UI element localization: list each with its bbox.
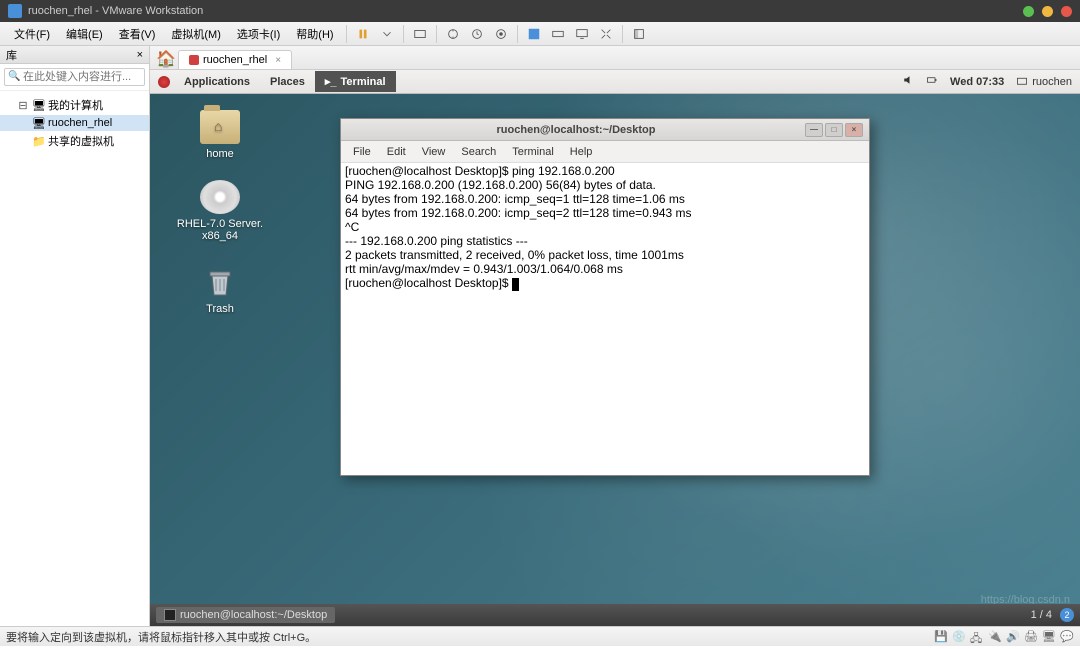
gnome-clock[interactable]: Wed 07:33 [950,76,1004,88]
library-tree: ⊟ 🖥 我的计算机 🖥 ruochen_rhel 📁 共享的虚拟机 [0,91,149,155]
gnome-taskbar: ruochen@localhost:~/Desktop 1 / 4 2 [150,604,1080,626]
workspace-badge[interactable]: 2 [1060,608,1074,622]
gnome-applications-menu[interactable]: Applications [174,76,260,88]
library-sidebar: 库 × 🔍 ⊟ 🖥 我的计算机 🖥 ruochen_rhel 📁 共享的虚拟机 [0,46,150,626]
battery-icon[interactable] [926,74,938,89]
terminal-taskbar-icon [164,609,176,621]
vm-tab-label: ruochen_rhel [203,54,267,66]
term-menu-file[interactable]: File [345,146,379,158]
shared-icon: 📁 [32,135,44,147]
term-menu-edit[interactable]: Edit [379,146,414,158]
icon-label: RHEL-7.0 Server. x86_64 [170,218,270,242]
window-maximize-dot[interactable] [1042,6,1053,17]
vm-tab-ruochen-rhel[interactable]: ruochen_rhel × [178,50,292,69]
term-menu-help[interactable]: Help [562,146,601,158]
folder-icon [200,110,240,144]
sidebar-search: 🔍 [0,64,149,91]
console-button[interactable] [573,25,591,43]
menu-vm[interactable]: 虚拟机(M) [163,26,229,42]
home-tab-icon[interactable]: 🏠 [156,49,172,65]
vm-icon: 🖥 [32,117,44,129]
computer-icon: 🖥 [32,99,44,111]
snapshot-button[interactable] [444,25,462,43]
terminal-window[interactable]: ruochen@localhost:~/Desktop — □ × File E… [340,118,870,476]
desktop-icon-trash[interactable]: Trash [180,265,260,315]
tree-item-my-computer[interactable]: ⊟ 🖥 我的计算机 [0,95,149,115]
taskbar-item-terminal[interactable]: ruochen@localhost:~/Desktop [156,607,335,623]
search-icon: 🔍 [8,71,20,82]
desktop-icon-home[interactable]: home [180,110,260,160]
device-cd-icon[interactable]: 💿 [952,630,966,644]
menu-tabs[interactable]: 选项卡(I) [229,26,288,42]
tree-label: ruochen_rhel [48,117,112,129]
terminal-menubar: File Edit View Search Terminal Help [341,141,869,163]
gnome-topbar: Applications Places ▸_Terminal Wed 07:33… [150,70,1080,94]
disc-icon [200,180,240,214]
terminal-maximize-button[interactable]: □ [825,123,843,137]
expander-icon[interactable]: ⊟ [18,99,28,112]
sidebar-header: 库 × [0,46,149,64]
menu-help[interactable]: 帮助(H) [288,26,341,42]
user-menu[interactable]: ruochen [1016,76,1072,88]
fullscreen-button[interactable] [525,25,543,43]
terminal-titlebar[interactable]: ruochen@localhost:~/Desktop — □ × [341,119,869,141]
window-minimize-dot[interactable] [1023,6,1034,17]
term-menu-terminal[interactable]: Terminal [504,146,562,158]
pause-button[interactable] [354,25,372,43]
tree-item-ruochen-rhel[interactable]: 🖥 ruochen_rhel [0,115,149,131]
dropdown-button[interactable] [378,25,396,43]
term-menu-search[interactable]: Search [453,146,504,158]
snapshot-manager-button[interactable] [492,25,510,43]
term-menu-view[interactable]: View [414,146,454,158]
library-button[interactable] [630,25,648,43]
send-cad-button[interactable] [411,25,429,43]
vm-tab-icon [189,55,199,65]
device-printer-icon[interactable]: 🖨 [1024,630,1038,644]
workspace-indicator[interactable]: 1 / 4 [1031,609,1052,621]
vm-tabs: 🏠 ruochen_rhel × [150,46,1080,70]
window-close-dot[interactable] [1061,6,1072,17]
sidebar-title: 库 [6,47,17,63]
stretch-button[interactable] [597,25,615,43]
device-display-icon[interactable]: 🖥 [1042,630,1056,644]
vmware-app-icon [8,4,22,18]
device-usb-icon[interactable]: 🔌 [988,630,1002,644]
desktop-icon-rhel-disc[interactable]: RHEL-7.0 Server. x86_64 [170,180,270,242]
tree-label: 共享的虚拟机 [48,133,114,149]
activities-icon[interactable] [158,76,170,88]
terminal-cursor [512,278,519,291]
tree-label: 我的计算机 [48,97,103,113]
tree-item-shared-vms[interactable]: 📁 共享的虚拟机 [0,131,149,151]
icon-label: home [180,148,260,160]
terminal-body[interactable]: [ruochen@localhost Desktop]$ ping 192.16… [341,163,869,475]
device-sound-icon[interactable]: 🔊 [1006,630,1020,644]
terminal-close-button[interactable]: × [845,123,863,137]
device-hdd-icon[interactable]: 💾 [934,630,948,644]
vmware-title: ruochen_rhel - VMware Workstation [28,5,203,17]
terminal-minimize-button[interactable]: — [805,123,823,137]
guest-desktop[interactable]: Applications Places ▸_Terminal Wed 07:33… [150,70,1080,626]
menu-view[interactable]: 查看(V) [111,26,164,42]
revert-button[interactable] [468,25,486,43]
taskbar-label: ruochen@localhost:~/Desktop [180,609,327,621]
device-net-icon[interactable]: 🖧 [970,630,984,644]
volume-icon[interactable] [902,74,914,89]
gnome-places-menu[interactable]: Places [260,76,315,88]
icon-label: Trash [180,303,260,315]
vmware-menubar: 文件(F) 编辑(E) 查看(V) 虚拟机(M) 选项卡(I) 帮助(H) [0,22,1080,46]
vmware-statusbar: 要将输入定向到该虚拟机，请将鼠标指针移入其中或按 Ctrl+G。 💾 💿 🖧 🔌… [0,626,1080,646]
unity-button[interactable] [549,25,567,43]
vm-area: 🏠 ruochen_rhel × Applications Places ▸_T… [150,46,1080,626]
trash-icon [200,265,240,299]
menu-file[interactable]: 文件(F) [6,26,58,42]
statusbar-message: 要将输入定向到该虚拟机，请将鼠标指针移入其中或按 Ctrl+G。 [6,629,316,645]
message-log-icon[interactable]: 💬 [1060,630,1074,644]
sidebar-search-input[interactable] [4,68,145,86]
vmware-titlebar: ruochen_rhel - VMware Workstation [0,0,1080,22]
menu-edit[interactable]: 编辑(E) [58,26,111,42]
tab-close-icon[interactable]: × [275,55,281,66]
gnome-active-app[interactable]: ▸_Terminal [315,71,396,92]
sidebar-close-icon[interactable]: × [137,49,143,61]
terminal-title: ruochen@localhost:~/Desktop [347,124,805,136]
